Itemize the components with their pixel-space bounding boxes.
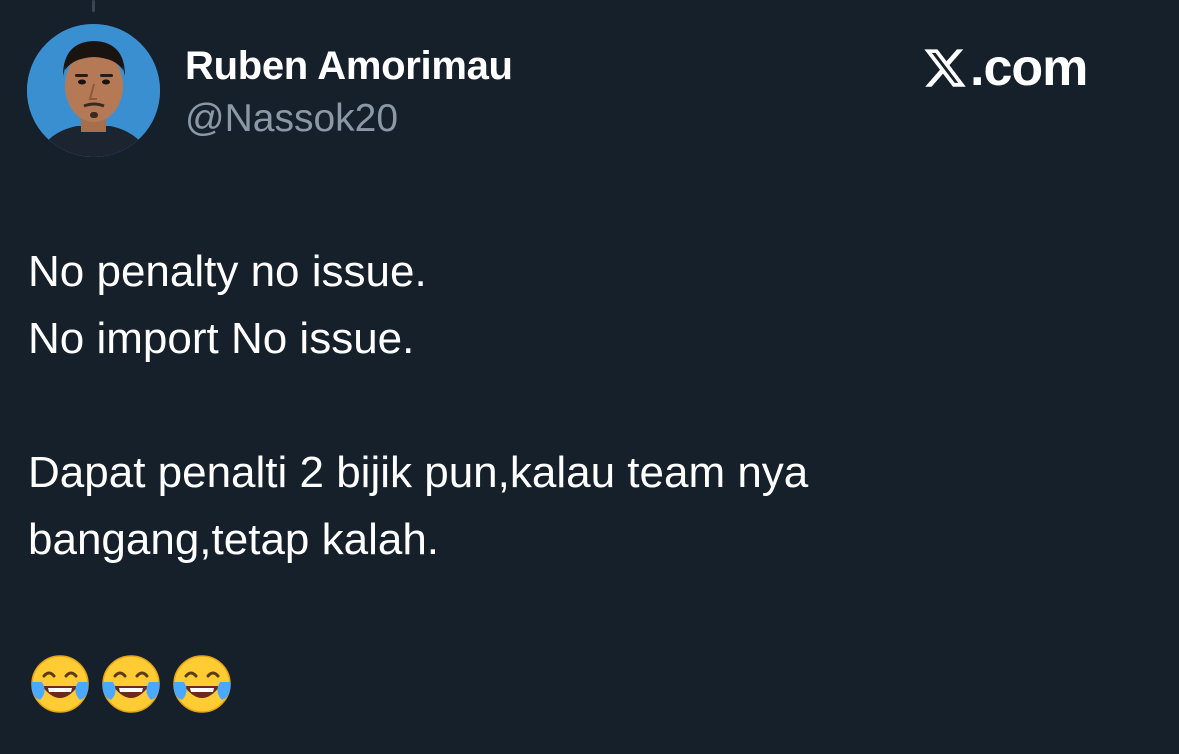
x-logo-icon (924, 49, 966, 87)
author-display-name[interactable]: Ruben Amorimau (185, 44, 513, 89)
tweet-line-break (28, 372, 1148, 439)
avatar[interactable] (27, 24, 160, 157)
x-site-suffix: .com (970, 39, 1088, 97)
face-with-tears-of-joy-icon (31, 655, 89, 713)
emoji-row (28, 652, 234, 716)
tweet-line: Dapat penalti 2 bijik pun,kalau team nya (28, 448, 809, 497)
author-handle[interactable]: @Nassok20 (185, 97, 398, 141)
tweet-line: No import No issue. (28, 314, 415, 363)
thread-connector-line (92, 0, 95, 12)
tweet-line: No penalty no issue. (28, 247, 427, 296)
tweet-line: bangang,tetap kalah. (28, 515, 440, 564)
face-with-tears-of-joy-icon (173, 655, 231, 713)
tweet-text: No penalty no issue. No import No issue.… (28, 238, 1148, 573)
x-brand-watermark: .com (922, 39, 1088, 97)
face-with-tears-of-joy-icon (102, 655, 160, 713)
